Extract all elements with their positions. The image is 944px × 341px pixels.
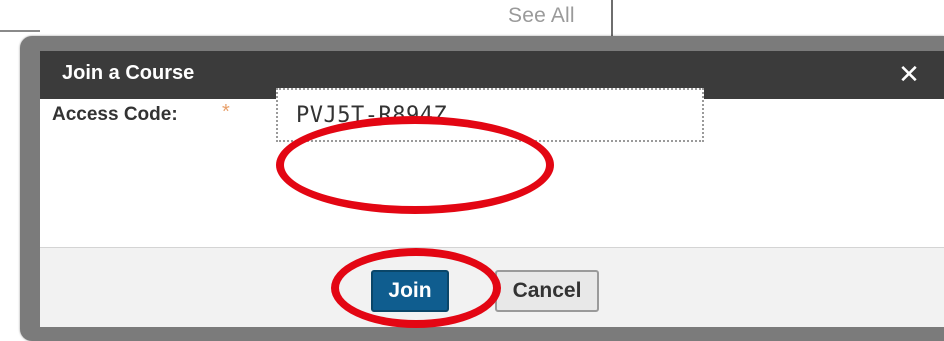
- background-divider: [0, 30, 40, 32]
- screen: See All Join a Course ✕ Join Cancel Acce…: [0, 0, 944, 341]
- cancel-button[interactable]: Cancel: [495, 270, 599, 312]
- dialog-footer: Join Cancel: [40, 247, 944, 327]
- access-code-input[interactable]: [276, 88, 704, 142]
- close-icon[interactable]: ✕: [896, 59, 922, 89]
- see-all-link[interactable]: See All: [508, 4, 575, 28]
- dialog-title: Join a Course: [62, 62, 195, 84]
- join-button[interactable]: Join: [371, 270, 449, 312]
- required-marker: *: [222, 101, 230, 123]
- access-code-label: Access Code:: [52, 104, 178, 125]
